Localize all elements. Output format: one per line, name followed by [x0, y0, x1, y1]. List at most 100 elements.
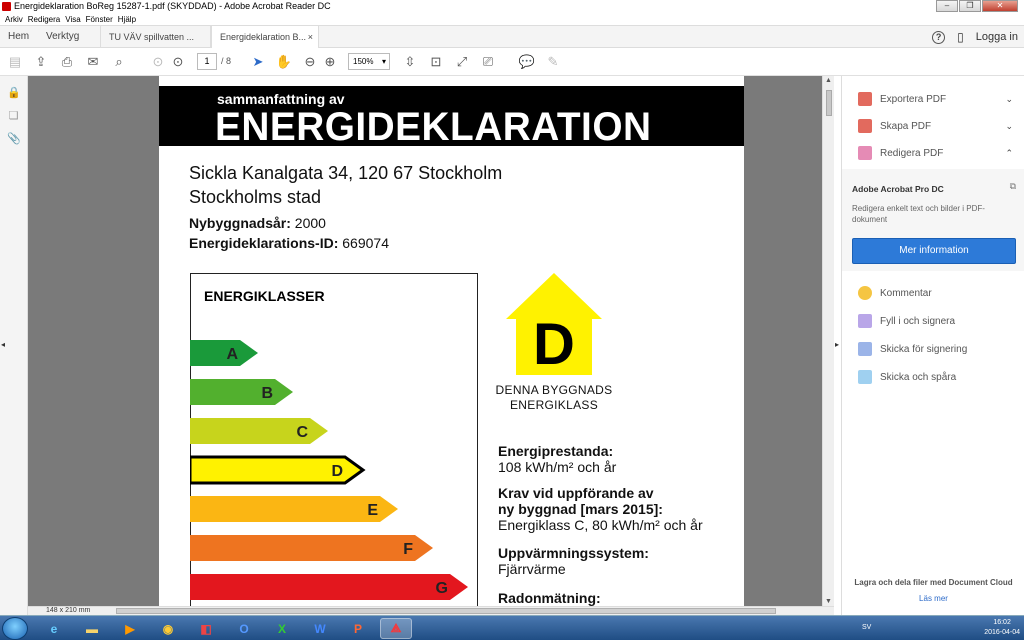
close-tab-icon[interactable]: ×	[308, 26, 313, 48]
vertical-scrollbar[interactable]: ▲ ▼	[822, 76, 834, 606]
menu-arkiv[interactable]: Arkiv	[5, 15, 23, 24]
media-player-icon[interactable]: ▶	[114, 618, 146, 639]
clock[interactable]: 16:02 2016-04-04	[984, 618, 1020, 638]
vertical-scroll-thumb[interactable]	[826, 90, 832, 116]
collapse-left-icon[interactable]: ◂	[1, 340, 5, 349]
promo-title: Adobe Acrobat Pro DC	[852, 184, 944, 194]
comment-icon[interactable]: 💬	[519, 54, 535, 70]
send-track-item[interactable]: Skicka och spåra	[858, 370, 1013, 384]
energy-class-letter: D	[331, 463, 343, 480]
scroll-down-icon[interactable]: ▼	[825, 598, 832, 605]
chevron-down-icon[interactable]: ⌄	[1005, 94, 1013, 105]
requirement: Krav vid uppförande av ny byggnad [mars …	[498, 485, 703, 533]
login-link[interactable]: Logga in	[976, 31, 1018, 43]
scroll-up-icon[interactable]: ▲	[825, 77, 832, 84]
energy-class-arrow	[190, 340, 258, 366]
export-pdf-item[interactable]: Exportera PDF ⌄	[858, 92, 1013, 106]
lock-icon[interactable]: 🔒	[7, 86, 21, 99]
copy-icon[interactable]: ⧉	[1010, 181, 1016, 192]
pages-icon[interactable]: ❏	[7, 109, 20, 122]
chevron-up-icon[interactable]: ⌃	[1005, 148, 1013, 159]
mobile-link-icon[interactable]: ▯	[957, 30, 964, 44]
office-app-icon[interactable]: ◧	[190, 618, 222, 639]
select-cursor-icon[interactable]: ➤	[250, 54, 266, 70]
search-icon[interactable]: ⌕	[111, 54, 127, 70]
energy-class-letter: G	[436, 580, 448, 597]
attachment-icon[interactable]: 📎	[7, 132, 21, 145]
create-pdf-item[interactable]: Skapa PDF ⌄	[858, 119, 1013, 133]
arrow-icon	[858, 370, 872, 384]
upload-icon[interactable]: ⇪	[33, 54, 49, 70]
acrobat-app-icon	[2, 2, 11, 11]
read-more-link[interactable]: Läs mer	[842, 594, 1024, 603]
more-info-button[interactable]: Mer information	[852, 238, 1016, 264]
edit-pdf-label: Redigera PDF	[880, 147, 944, 159]
page-number-input[interactable]: 1	[197, 53, 217, 70]
fit-page-icon[interactable]: ⊡	[428, 54, 444, 70]
comment-item[interactable]: Kommentar	[858, 286, 1013, 300]
perf-label: Energiprestanda:	[498, 443, 614, 459]
menu-hjalp[interactable]: Hjälp	[118, 15, 136, 24]
fill-sign-item[interactable]: Fyll i och signera	[858, 314, 1013, 328]
pdf-page: sammanfattning av ENERGIDEKLARATION Sick…	[159, 76, 744, 615]
expand-right-panel-icon[interactable]: ▸	[835, 340, 839, 349]
excel-icon[interactable]: X	[266, 618, 298, 639]
start-button[interactable]	[2, 617, 28, 640]
print-icon[interactable]: ⎙	[59, 54, 75, 70]
tab-document-tu-vav[interactable]: TU VÄV spillvatten ...	[100, 26, 211, 48]
edit-pdf-icon	[858, 146, 872, 160]
tab-home[interactable]: Hem	[0, 26, 37, 48]
minimize-button[interactable]: –	[936, 0, 958, 12]
send-sign-item[interactable]: Skicka för signering	[858, 342, 1013, 356]
edit-pdf-item[interactable]: Redigera PDF ⌃	[858, 146, 1013, 160]
title-banner: sammanfattning av ENERGIDEKLARATION	[159, 86, 744, 149]
highlight-pen-icon[interactable]: ✎	[545, 54, 561, 70]
req-label1: Krav vid uppförande av	[498, 485, 654, 501]
powerpoint-icon[interactable]: P	[342, 618, 374, 639]
maximize-button[interactable]: ❐	[959, 0, 981, 12]
municipality: Stockholms stad	[189, 187, 322, 207]
acrobat-pro-promo: Adobe Acrobat Pro DC ⧉ Redigera enkelt t…	[842, 169, 1024, 271]
save-icon[interactable]: ▤	[7, 54, 23, 70]
tab-bar: Hem Verktyg TU VÄV spillvatten ... Energ…	[0, 26, 1024, 48]
menu-redigera[interactable]: Redigera	[28, 15, 60, 24]
tab-document-energideklaration[interactable]: Energideklaration B... ×	[211, 26, 319, 48]
year-value: 2000	[290, 215, 326, 231]
menu-visa[interactable]: Visa	[65, 15, 80, 24]
comment-label: Kommentar	[880, 287, 932, 299]
horizontal-scroll-thumb[interactable]	[116, 608, 776, 614]
id-label: Energideklarations-ID:	[189, 235, 339, 251]
full-screen-icon[interactable]: ⤢	[454, 54, 470, 70]
chrome-icon[interactable]: ◉	[152, 618, 184, 639]
outlook-icon[interactable]: O	[228, 618, 260, 639]
next-page-icon[interactable]: ⊙	[170, 54, 186, 70]
language-indicator[interactable]: SV	[862, 624, 871, 631]
acrobat-taskbar-icon[interactable]: ⟁	[380, 618, 412, 639]
ie-icon[interactable]: e	[38, 618, 70, 639]
scroll-mode-icon[interactable]: ⇳	[402, 54, 418, 70]
chevron-down-icon[interactable]: ⌄	[1005, 121, 1013, 132]
house-label-line1: DENNA BYGGNADS	[495, 383, 613, 397]
document-viewport[interactable]: sammanfattning av ENERGIDEKLARATION Sick…	[28, 76, 828, 615]
previous-page-icon[interactable]: ⊙	[150, 54, 166, 70]
req-value: Energiklass C, 80 kWh/m² och år	[498, 517, 703, 533]
energy-performance: Energiprestanda: 108 kWh/m² och år	[498, 443, 616, 475]
help-icon[interactable]: ?	[932, 30, 946, 44]
close-window-button[interactable]: ✕	[982, 0, 1018, 12]
horizontal-scrollbar[interactable]: 148 x 210 mm	[28, 606, 834, 615]
email-icon[interactable]: ✉	[85, 54, 101, 70]
energy-class-letter: C	[296, 424, 308, 441]
tab-tools[interactable]: Verktyg	[38, 26, 87, 48]
zoom-out-icon[interactable]: ⊖	[302, 54, 318, 70]
hand-tool-icon[interactable]: ✋	[276, 54, 292, 70]
zoom-select[interactable]: 150%	[348, 53, 390, 70]
zoom-in-icon[interactable]: ⊕	[322, 54, 338, 70]
export-pdf-icon	[858, 92, 872, 106]
energy-class-letter: E	[367, 502, 378, 519]
house-class-icon: D	[506, 273, 602, 377]
word-icon[interactable]: W	[304, 618, 336, 639]
read-mode-icon[interactable]: ⎚	[480, 54, 496, 70]
menu-fonster[interactable]: Fönster	[86, 15, 113, 24]
declaration-id: Energideklarations-ID: 669074	[189, 235, 389, 251]
folder-icon[interactable]: ▬	[76, 618, 108, 639]
